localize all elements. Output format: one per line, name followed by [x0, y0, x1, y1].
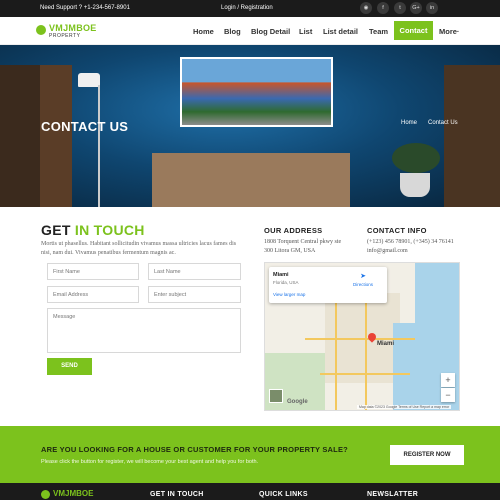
- twitter-icon[interactable]: t: [394, 2, 406, 14]
- map-city: Miami: [273, 272, 289, 278]
- map-state: Florida, USA: [273, 280, 299, 285]
- bookshelf-left: [0, 65, 40, 207]
- map-road: [335, 303, 337, 410]
- map-attribution[interactable]: Map data ©2023 Google Terms of Use Repor…: [357, 405, 452, 409]
- dresser: [152, 153, 350, 207]
- breadcrumb-home[interactable]: Home: [401, 120, 417, 126]
- floor-lamp-pole: [98, 85, 100, 207]
- form-heading-b: IN TOUCH: [74, 222, 145, 238]
- logo-name: VMJMBOE: [49, 23, 97, 33]
- nav-blog-detail[interactable]: Blog Detail: [251, 27, 290, 36]
- zoom-out-button[interactable]: −: [441, 388, 455, 402]
- zoom-in-button[interactable]: +: [441, 373, 455, 387]
- address-heading: OUR ADDRESS: [264, 226, 323, 235]
- footer-heading-newsletter: NEWSLATTER: [367, 491, 419, 498]
- cta-question: ARE YOU LOOKING FOR A HOUSE OR CUSTOMER …: [41, 445, 348, 454]
- address-line-1: 1808 Torquent Central pkwy ste: [264, 239, 342, 245]
- footer-logo-name: VMJMBOE: [53, 489, 94, 498]
- floor-lamp-shade: [78, 73, 100, 87]
- map-road: [365, 303, 367, 410]
- nav-list[interactable]: List: [299, 27, 312, 36]
- contact-phones: (+123) 456 78901, (+345) 34 76141: [367, 239, 454, 245]
- top-bar: Need Support ? +1-234-567-8901 Login / R…: [0, 0, 500, 17]
- map-road: [305, 338, 415, 340]
- nav-more[interactable]: More·: [439, 27, 459, 36]
- address-line-2: 300 Litora GM, USA: [264, 247, 316, 254]
- linkedin-icon[interactable]: in: [426, 2, 438, 14]
- nav-team[interactable]: Team: [369, 27, 388, 36]
- page-hero: CONTACT US Home Contact Us: [0, 45, 500, 207]
- breadcrumb-current: Contact Us: [428, 120, 458, 126]
- logo-sub: PROPERTY: [49, 33, 81, 39]
- nav-home[interactable]: Home: [193, 27, 214, 36]
- form-heading-a: GET: [41, 222, 71, 238]
- send-button[interactable]: SEND: [47, 358, 92, 375]
- google-logo: Google: [287, 399, 308, 405]
- form-heading: GET IN TOUCH: [41, 222, 145, 238]
- wall-painting: [180, 57, 333, 127]
- subject-field[interactable]: Enter subject: [148, 286, 241, 303]
- directions-icon[interactable]: ➤: [359, 273, 367, 281]
- rss-icon[interactable]: ◉: [360, 2, 372, 14]
- register-now-button[interactable]: REGISTER NOW: [390, 445, 464, 465]
- logo-house-icon: [36, 25, 46, 35]
- google-map[interactable]: Miami Miami Florida, USA View larger map…: [264, 262, 460, 411]
- cta-subtext: Please click the button for register, we…: [41, 459, 259, 465]
- nav-blog[interactable]: Blog: [224, 27, 241, 36]
- contact-info-text: (+123) 456 78901, (+345) 34 76141 info@g…: [367, 238, 454, 255]
- register-cta: ARE YOU LOOKING FOR A HOUSE OR CUSTOMER …: [0, 426, 500, 483]
- first-name-field[interactable]: First Name: [47, 263, 139, 280]
- google-plus-icon[interactable]: G+: [410, 2, 422, 14]
- bonsai-pot: [400, 173, 430, 197]
- email-field[interactable]: Email Address: [47, 286, 139, 303]
- contact-email[interactable]: info@gmail.com: [367, 247, 454, 256]
- map-pin-label: Miami: [377, 341, 395, 347]
- support-phone: Need Support ? +1-234-567-8901: [40, 5, 130, 11]
- bookshelf-right: [444, 65, 500, 207]
- address-text: 1808 Torquent Central pkwy ste 300 Litor…: [264, 238, 341, 255]
- footer-logo-icon: [41, 490, 50, 499]
- nav-list-detail[interactable]: List detail: [323, 27, 358, 36]
- page-title: CONTACT US: [41, 119, 129, 134]
- map-info-card: Miami Florida, USA View larger map ➤ Dir…: [269, 267, 387, 303]
- footer-heading-quick-links: QUICK LINKS: [259, 491, 308, 498]
- site-logo[interactable]: VMJMBOE PROPERTY: [36, 23, 106, 40]
- map-road: [320, 373, 410, 375]
- footer-heading-get-in-touch: GET IN TOUCH: [150, 491, 204, 498]
- bonsai-tree: [392, 143, 440, 173]
- nav-contact-active[interactable]: Contact: [394, 21, 433, 40]
- contact-info-heading: CONTACT INFO: [367, 226, 427, 235]
- footer: VMJMBOE GET IN TOUCH QUICK LINKS NEWSLAT…: [0, 483, 500, 500]
- facebook-icon[interactable]: f: [377, 2, 389, 14]
- street-view-thumbnail[interactable]: [269, 389, 283, 403]
- directions-link[interactable]: Directions: [353, 282, 373, 287]
- login-register-link[interactable]: Login / Registration: [221, 5, 273, 11]
- bookshelf-left-side: [40, 65, 72, 207]
- form-intro: Mortis ut phasellus. Habitant sollicitud…: [41, 241, 237, 256]
- view-larger-map-link[interactable]: View larger map: [273, 292, 305, 297]
- last-name-field[interactable]: Last Name: [148, 263, 241, 280]
- message-field[interactable]: Message: [47, 308, 241, 353]
